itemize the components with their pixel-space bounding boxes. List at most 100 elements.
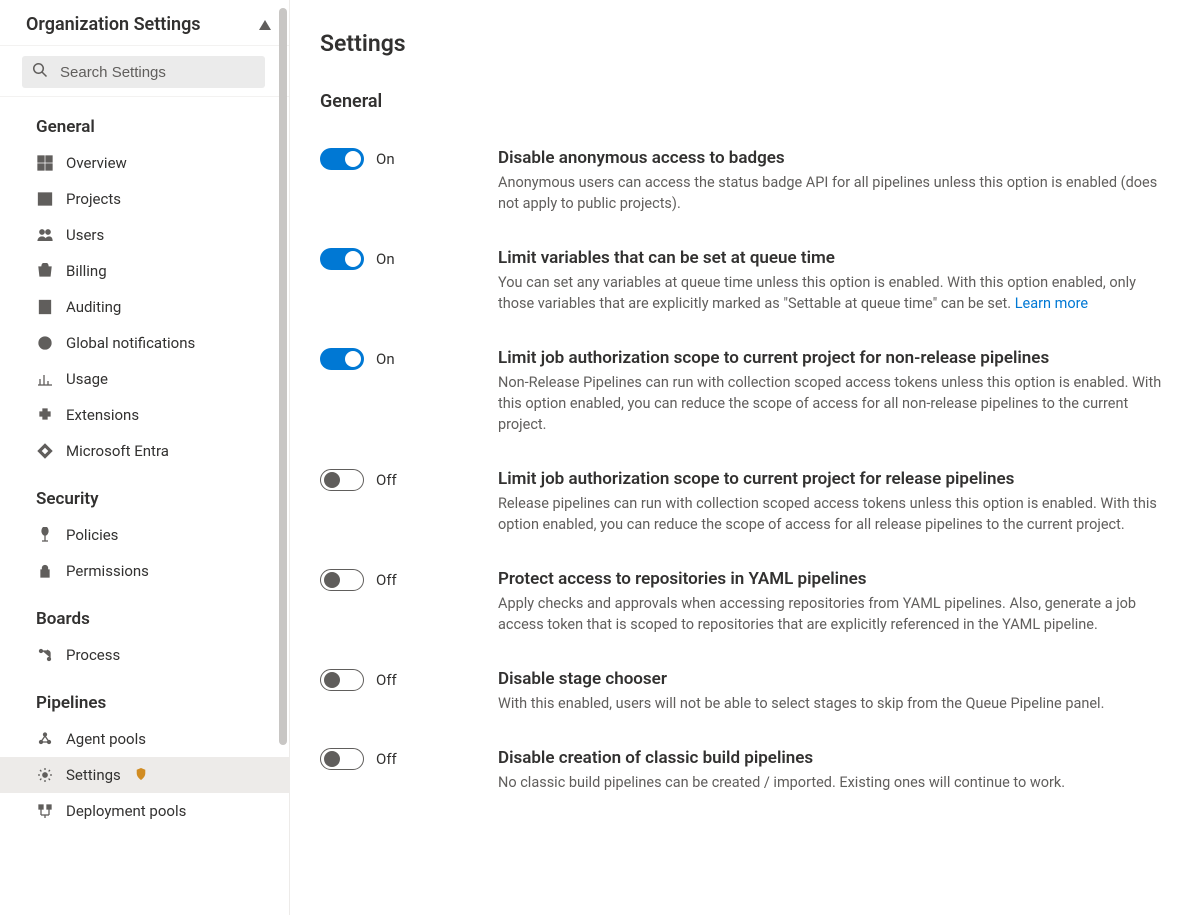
toggle-switch[interactable] — [320, 748, 364, 770]
sidebar-title: Organization Settings — [26, 14, 201, 35]
toggle-switch[interactable] — [320, 469, 364, 491]
microsoft-entra-icon — [36, 442, 54, 460]
sidebar-item-agent-pools[interactable]: Agent pools — [0, 721, 289, 757]
setting-row: OnDisable anonymous access to badgesAnon… — [320, 122, 1170, 222]
toggle-state-label: On — [376, 350, 395, 368]
usage-icon — [36, 370, 54, 388]
setting-row: Off Disable creation of classic build pip… — [320, 722, 1170, 801]
sidebar-item-label: Permissions — [66, 562, 149, 580]
sidebar-item-label: Policies — [66, 526, 118, 544]
setting-row: On Limit variables that can be set at que… — [320, 222, 1170, 322]
setting-description: Non-Release Pipelines can run with colle… — [498, 372, 1170, 435]
permissions-icon — [36, 562, 54, 580]
setting-text: Protect access to repositories in YAML p… — [498, 569, 1170, 635]
setting-title: Disable anonymous access to badges — [498, 148, 1170, 168]
auditing-icon — [36, 298, 54, 316]
setting-description: Apply checks and approvals when accessin… — [498, 593, 1170, 635]
settings-list: On Disable anonymous access to badges Anon… — [320, 122, 1170, 801]
sidebar-item-label: Users — [66, 226, 104, 244]
sidebar-item-label: Settings — [66, 766, 121, 784]
sidebar-item-overview[interactable]: Overview — [0, 145, 289, 181]
sidebar-item-permissions[interactable]: Permissions — [0, 553, 289, 589]
settings-icon — [36, 766, 54, 784]
sidebar-item-usage[interactable]: Usage — [0, 361, 289, 397]
scrollbar-track[interactable] — [279, 8, 287, 907]
nav-group-title: General — [0, 97, 289, 145]
sidebar-item-label: Usage — [66, 370, 108, 388]
overview-icon — [36, 154, 54, 172]
search-input[interactable] — [58, 63, 255, 82]
toggle-switch[interactable] — [320, 569, 364, 591]
setting-row: Off Protect access to repositories in YAM… — [320, 543, 1170, 643]
sidebar-item-label: Agent pools — [66, 730, 146, 748]
sidebar-header: Organization Settings — [0, 0, 289, 46]
setting-text: Limit job authorization scope to current… — [498, 469, 1170, 535]
setting-row: Off Limit job authorization scope to curr… — [320, 443, 1170, 543]
setting-description: You can set any variables at queue time … — [498, 272, 1170, 314]
setting-row: Off Disable stage chooser With this enable… — [320, 643, 1170, 722]
toggle-switch[interactable] — [320, 669, 364, 691]
nav-group-title: Boards — [0, 589, 289, 637]
setting-description: Release pipelines can run with collectio… — [498, 493, 1170, 535]
process-icon — [36, 646, 54, 664]
setting-title: Disable stage chooser — [498, 669, 1170, 689]
sidebar-item-settings[interactable]: Settings — [0, 757, 289, 793]
agent-pools-icon — [36, 730, 54, 748]
setting-row: On Limit job authorization scope to curre… — [320, 322, 1170, 443]
setting-title: Limit job authorization scope to current… — [498, 348, 1170, 368]
setting-text: Disable creation of classic build pipeli… — [498, 748, 1170, 793]
toggle-switch[interactable] — [320, 148, 364, 170]
toggle-switch[interactable] — [320, 348, 364, 370]
sidebar-item-process[interactable]: Process — [0, 637, 289, 673]
setting-title: Disable creation of classic build pipeli… — [498, 748, 1170, 768]
sidebar-item-policies[interactable]: Policies — [0, 517, 289, 553]
deployment-pools-icon — [36, 802, 54, 820]
projects-icon — [36, 190, 54, 208]
sidebar-item-label: Extensions — [66, 406, 139, 424]
setting-description: Anonymous users can access the status ba… — [498, 172, 1170, 214]
users-icon — [36, 226, 54, 244]
sidebar-item-label: Projects — [66, 190, 121, 208]
sidebar-item-label: Process — [66, 646, 120, 664]
toggle-column: Off — [320, 748, 470, 770]
sidebar-item-projects[interactable]: Projects — [0, 181, 289, 217]
search-container — [0, 46, 289, 97]
nav-group-title: Security — [0, 469, 289, 517]
setting-text: Disable anonymous access to badges Anonym… — [498, 148, 1170, 214]
sidebar-item-label: Auditing — [66, 298, 121, 316]
toggle-state-label: Off — [376, 750, 397, 768]
sidebar-item-label: Billing — [66, 262, 107, 280]
setting-title: Protect access to repositories in YAML p… — [498, 569, 1170, 589]
toggle-switch[interactable] — [320, 248, 364, 270]
setting-text: Limit variables that can be set at queue… — [498, 248, 1170, 314]
shield-icon — [133, 766, 147, 784]
billing-icon — [36, 262, 54, 280]
setting-description: With this enabled, users will not be abl… — [498, 693, 1170, 714]
sidebar: Organization Settings GeneralOverview Pro… — [0, 0, 290, 915]
main-content: Settings General OnDisable anonymous acc… — [290, 0, 1200, 915]
sidebar-item-microsoft-entra[interactable]: Microsoft Entra — [0, 433, 289, 469]
search-box[interactable] — [22, 56, 265, 88]
toggle-state-label: Off — [376, 571, 397, 589]
toggle-column: On — [320, 348, 470, 370]
section-title: General — [320, 91, 1170, 112]
toggle-state-label: Off — [376, 471, 397, 489]
setting-text: Disable stage chooser With this enabled, … — [498, 669, 1170, 714]
sidebar-item-auditing[interactable]: Auditing — [0, 289, 289, 325]
sidebar-item-billing[interactable]: Billing — [0, 253, 289, 289]
sidebar-nav: GeneralOverview Projects Users Billing Audit… — [0, 97, 289, 915]
sidebar-item-deployment-pools[interactable]: Deployment pools — [0, 793, 289, 829]
global-notifications-icon — [36, 334, 54, 352]
policies-icon — [36, 526, 54, 544]
toggle-column: On — [320, 248, 470, 270]
sidebar-item-extensions[interactable]: Extensions — [0, 397, 289, 433]
extensions-icon — [36, 406, 54, 424]
sidebar-item-global-notifications[interactable]: Global notifications — [0, 325, 289, 361]
toggle-column: Off — [320, 569, 470, 591]
scrollbar-thumb[interactable] — [279, 8, 287, 745]
learn-more-link[interactable]: Learn more — [1015, 295, 1088, 312]
collapse-icon[interactable] — [259, 15, 271, 34]
toggle-state-label: Off — [376, 671, 397, 689]
setting-text: Limit job authorization scope to current… — [498, 348, 1170, 435]
sidebar-item-users[interactable]: Users — [0, 217, 289, 253]
